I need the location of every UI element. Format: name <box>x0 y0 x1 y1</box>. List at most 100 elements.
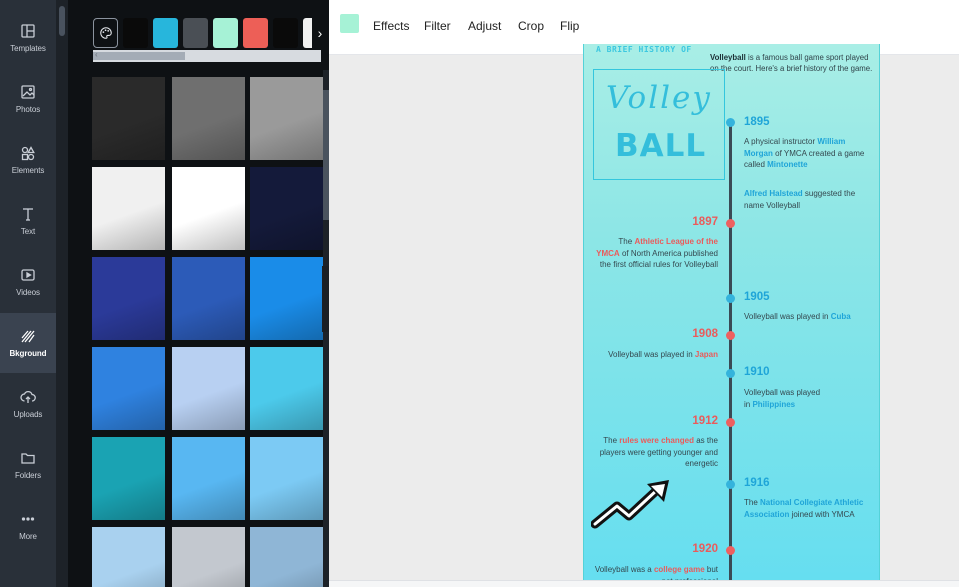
background-tile[interactable] <box>250 257 323 340</box>
event-highlight: rules were changed <box>619 436 694 445</box>
year-label: 1916 <box>744 477 770 489</box>
background-tile[interactable] <box>92 167 165 250</box>
event-highlight: Japan <box>694 350 718 359</box>
background-tile[interactable] <box>92 437 165 520</box>
color-swatch[interactable] <box>153 18 178 48</box>
background-icon <box>21 330 35 343</box>
sidebar-item-label: Bkground <box>9 349 47 358</box>
effects-button[interactable]: Effects <box>373 19 409 33</box>
intro-bold: Volleyball <box>710 53 746 62</box>
chevron-right-icon: › <box>317 25 323 41</box>
timeline-line <box>729 122 732 587</box>
background-tile[interactable] <box>92 257 165 340</box>
app-window: Templates Photos Elements Text Videos Bk… <box>0 0 959 587</box>
design-page[interactable]: A BRIEF HISTORY OF Volleyball is a famou… <box>583 44 880 587</box>
scrollbar-thumb[interactable] <box>93 52 185 60</box>
palette-icon <box>99 27 112 39</box>
background-tile[interactable] <box>250 347 323 430</box>
chevron-left-icon: ‹ <box>95 50 98 59</box>
event-text: Volleyball was played in Cuba <box>744 311 874 323</box>
year-label: 1905 <box>744 291 770 303</box>
design-intro: Volleyball is a famous ball game sport p… <box>710 52 876 74</box>
filter-button[interactable]: Filter <box>424 19 451 33</box>
swatch-scroll-right-button[interactable]: › <box>312 18 328 48</box>
background-tile[interactable] <box>250 77 323 160</box>
sidebar-item-elements[interactable]: Elements <box>0 130 56 190</box>
sidebar-item-more[interactable]: More <box>0 496 56 556</box>
sidebar-item-videos[interactable]: Videos <box>0 252 56 312</box>
sidebar-item-label: Elements <box>11 166 45 175</box>
uploads-icon <box>20 390 36 403</box>
timeline-dot <box>726 546 735 555</box>
background-tile[interactable] <box>92 527 165 587</box>
color-swatch[interactable] <box>273 18 298 48</box>
event-highlight: college game <box>653 565 705 574</box>
background-tile[interactable] <box>92 77 165 160</box>
side-nav: Templates Photos Elements Text Videos Bk… <box>0 0 56 587</box>
event-text: The rules were changed as the players we… <box>593 435 718 470</box>
sidebar-item-text[interactable]: Text <box>0 191 56 251</box>
background-tile[interactable] <box>172 257 245 340</box>
background-tile[interactable] <box>172 527 245 587</box>
sidebar-item-folders[interactable]: Folders <box>0 435 56 495</box>
background-tile[interactable] <box>250 527 323 587</box>
color-swatch[interactable] <box>123 18 148 48</box>
event-text-part: joined with YMCA <box>789 509 855 519</box>
color-swatch[interactable] <box>213 18 238 48</box>
timeline-dot <box>726 331 735 340</box>
sidebar-item-photos[interactable]: Photos <box>0 69 56 129</box>
swatch-scrollbar[interactable]: ‹ <box>93 50 321 62</box>
title-box[interactable]: Volley BALL <box>593 69 725 180</box>
year-label: 1897 <box>692 216 718 228</box>
event-text: A physical instructor William Morgan of … <box>744 136 874 171</box>
event-text-part: Volleyball was a <box>594 565 654 574</box>
crop-button[interactable]: Crop <box>518 19 544 33</box>
timeline-dot <box>726 118 735 127</box>
title-volley: Volley <box>606 80 712 116</box>
event-text-part: The <box>603 436 620 445</box>
sidebar-item-label: Folders <box>15 471 41 480</box>
background-tile[interactable] <box>250 167 323 250</box>
background-tile[interactable] <box>172 437 245 520</box>
event-highlight: Philippines <box>752 399 796 409</box>
event-highlight: Mintonette <box>767 160 808 169</box>
flip-button[interactable]: Flip <box>560 19 579 33</box>
sidebar-item-label: More <box>19 532 37 541</box>
background-tile[interactable] <box>172 347 245 430</box>
scrollbar-thumb[interactable] <box>59 6 65 36</box>
bottom-bar <box>329 580 959 587</box>
sidebar-item-uploads[interactable]: Uploads <box>0 374 56 434</box>
event-text: The Athletic League of the YMCA of North… <box>593 236 718 271</box>
event-text-part: Volleyball was played in <box>744 312 831 321</box>
timeline-dot <box>726 294 735 303</box>
trend-arrow-icon[interactable] <box>591 476 671 536</box>
color-swatch[interactable] <box>243 18 268 48</box>
event-highlight: Cuba <box>830 312 851 321</box>
elements-icon <box>21 146 35 161</box>
color-swatch[interactable] <box>183 18 208 48</box>
templates-icon <box>21 24 35 38</box>
sidebar-item-label: Text <box>20 227 36 236</box>
year-label: 1908 <box>692 328 718 340</box>
adjust-button[interactable]: Adjust <box>468 19 501 33</box>
timeline-dot <box>726 418 735 427</box>
sidebar-item-label: Photos <box>15 105 41 114</box>
event-text: Volleyball was played in Japan <box>593 349 718 361</box>
sidebar-item-label: Uploads <box>13 410 43 419</box>
background-color-button[interactable] <box>340 14 359 33</box>
event-text: Alfred Halstead suggested the name Volle… <box>744 188 874 211</box>
background-tile[interactable] <box>250 437 323 520</box>
color-palette-button[interactable] <box>93 18 118 48</box>
year-label: 1910 <box>744 366 770 378</box>
sidebar-item-templates[interactable]: Templates <box>0 8 56 68</box>
sidebar-item-background[interactable]: Bkground <box>0 313 56 373</box>
background-tile[interactable] <box>172 167 245 250</box>
rail-scrollbar[interactable] <box>56 0 68 587</box>
text-icon <box>23 208 33 221</box>
background-tile[interactable] <box>92 347 165 430</box>
timeline-dot <box>726 369 735 378</box>
videos-icon <box>21 269 35 281</box>
background-tile[interactable] <box>172 77 245 160</box>
timeline-dot <box>726 480 735 489</box>
more-icon <box>21 517 35 521</box>
